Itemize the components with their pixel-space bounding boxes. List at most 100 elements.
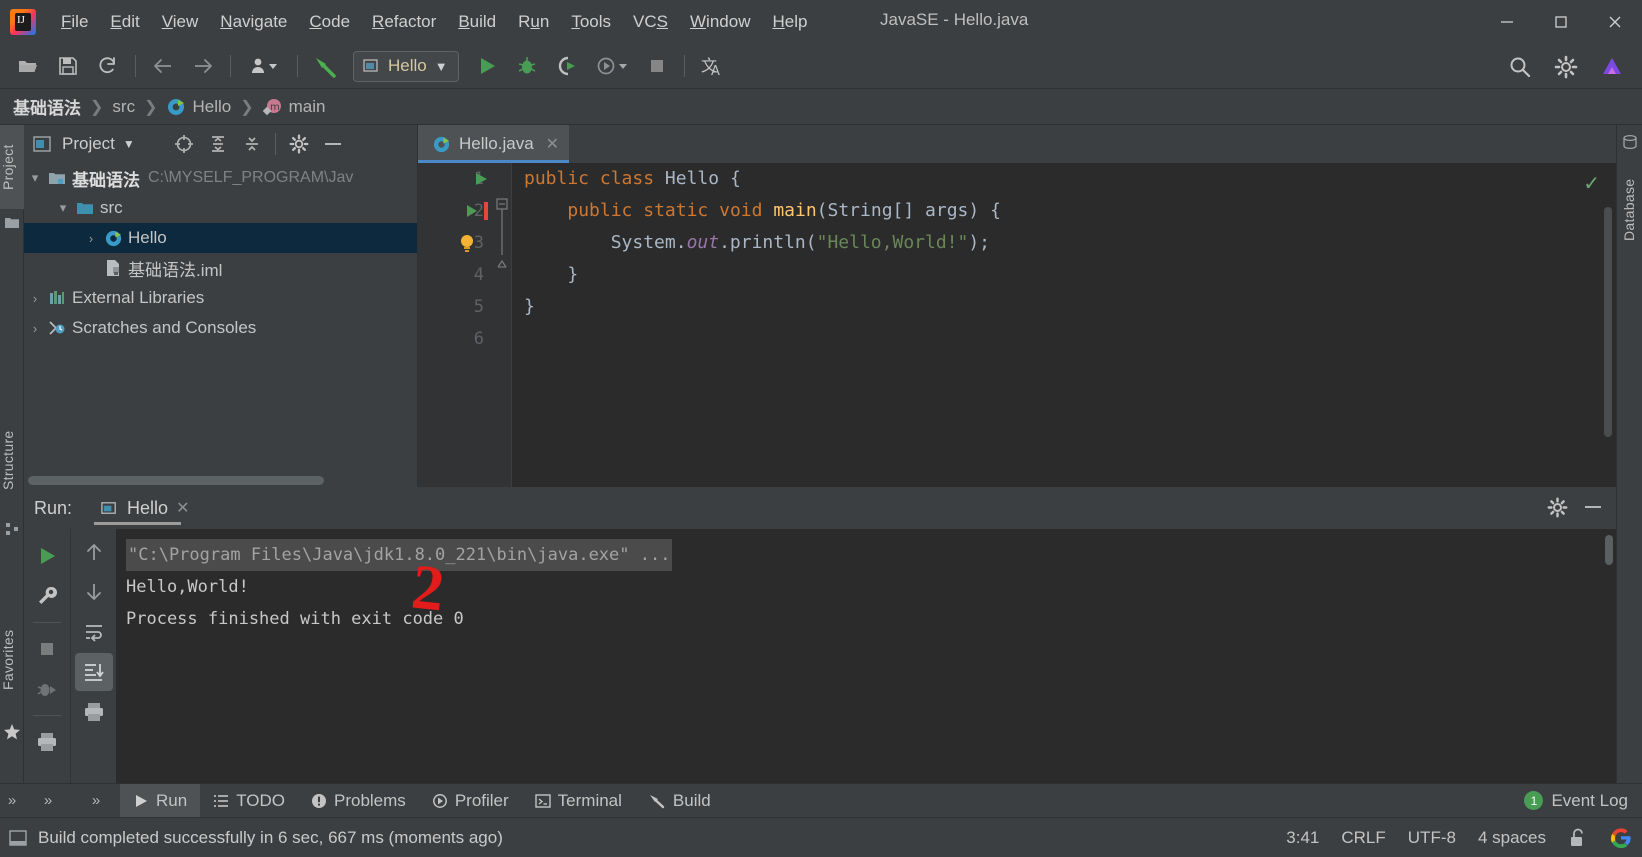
inspection-status-icon[interactable]: ✓: [1583, 171, 1600, 196]
menu-item-refactor[interactable]: Refactor: [361, 8, 447, 36]
menu-item-view[interactable]: View: [151, 8, 210, 36]
run-with-coverage-icon[interactable]: [550, 49, 584, 83]
menu-item-navigate[interactable]: Navigate: [209, 8, 298, 36]
intention-bulb-icon[interactable]: [458, 227, 476, 259]
bottom-tab-terminal[interactable]: Terminal: [522, 784, 635, 818]
translate-icon[interactable]: 文A: [695, 49, 729, 83]
console-output[interactable]: "C:\Program Files\Java\jdk1.8.0_221\bin\…: [116, 529, 1616, 783]
navigate-forward-icon[interactable]: [186, 49, 220, 83]
run-panel-hide-icon[interactable]: [1578, 493, 1608, 521]
tree-node-module[interactable]: ▾ 基础语法 C:\MYSELF_PROGRAM\Jav: [24, 163, 417, 193]
structure-icon[interactable]: [3, 520, 21, 538]
editor-fold-column[interactable]: [492, 163, 512, 487]
menu-item-build[interactable]: Build: [447, 8, 507, 36]
profiler-icon[interactable]: [590, 49, 634, 83]
sidebar-item-favorites[interactable]: Favorites: [0, 605, 24, 715]
sidebar-item-database[interactable]: Database: [1621, 155, 1641, 265]
close-button[interactable]: [1588, 0, 1642, 44]
sidebar-item-structure[interactable]: Structure: [0, 405, 24, 515]
vcs-operations-icon[interactable]: [241, 49, 287, 83]
debug-button-icon[interactable]: [510, 49, 544, 83]
tree-expand-arrow-icon[interactable]: ▾: [24, 170, 46, 186]
run-tab-close-icon[interactable]: ✕: [176, 498, 189, 518]
caret-position[interactable]: 3:41: [1286, 828, 1319, 848]
code-editor[interactable]: 1 2 3 4 5 6: [418, 163, 1616, 487]
event-log-group[interactable]: 1 Event Log: [1524, 791, 1628, 811]
indent-setting[interactable]: 4 spaces: [1478, 828, 1546, 848]
lock-icon[interactable]: [1568, 827, 1588, 849]
project-panel-settings-icon[interactable]: [284, 130, 314, 158]
tree-collapse-arrow-icon-scratches[interactable]: ›: [24, 321, 46, 336]
rerun-icon[interactable]: [28, 537, 66, 575]
account-icon[interactable]: [1595, 50, 1629, 84]
tree-collapse-arrow-icon-libs[interactable]: ›: [24, 291, 46, 306]
editor-gutter[interactable]: 1 2 3 4 5 6: [418, 163, 492, 487]
expand-all-icon[interactable]: [203, 130, 233, 158]
scroll-to-end-icon[interactable]: [74, 653, 113, 691]
print-console-icon-left[interactable]: [28, 723, 66, 761]
bottom-tab-profiler[interactable]: Profiler: [419, 784, 522, 818]
favorites-star-icon[interactable]: [3, 723, 21, 741]
tree-node-scratches[interactable]: › Scratches and Consoles: [24, 313, 417, 343]
tree-node-src[interactable]: ▾ src: [24, 193, 417, 223]
run-sidebar-more-icon[interactable]: »: [24, 783, 72, 818]
bottom-tab-problems[interactable]: Problems: [298, 784, 419, 818]
navigate-back-icon[interactable]: [146, 49, 180, 83]
editor-tab-hello-java[interactable]: Hello.java ✕: [418, 125, 570, 163]
project-panel-horizontal-scrollbar[interactable]: [24, 474, 418, 485]
menu-item-vcs[interactable]: VCS: [622, 8, 679, 36]
rerun-failed-tests-icon[interactable]: [28, 670, 66, 708]
menu-item-tools[interactable]: Tools: [560, 8, 622, 36]
project-files-icon[interactable]: [3, 213, 21, 231]
breadcrumb-item-src[interactable]: src: [109, 95, 138, 119]
minimize-button[interactable]: [1480, 0, 1534, 44]
print-icon[interactable]: [75, 693, 113, 731]
search-everywhere-icon[interactable]: [1503, 50, 1537, 84]
synchronize-icon[interactable]: [91, 49, 125, 83]
menu-item-file[interactable]: File: [50, 8, 99, 36]
breadcrumb-item-method[interactable]: m main: [260, 95, 329, 119]
menu-item-window[interactable]: Window: [679, 8, 761, 36]
database-icon[interactable]: [1621, 133, 1639, 151]
line-separator[interactable]: CRLF: [1341, 828, 1385, 848]
breadcrumb-item-project[interactable]: 基础语法: [10, 92, 84, 121]
stop-icon[interactable]: [640, 49, 674, 83]
run-method-gutter-icon[interactable]: [465, 195, 489, 227]
edit-configuration-wrench-icon[interactable]: [28, 577, 66, 615]
run-configuration-selector[interactable]: Hello ▼: [353, 50, 459, 82]
bottom-tab-build[interactable]: Build: [635, 784, 724, 818]
menu-item-code[interactable]: Code: [298, 8, 361, 36]
select-opened-file-icon[interactable]: [169, 130, 199, 158]
code-text[interactable]: public class Hello { public static void …: [512, 163, 1616, 487]
code-fold-region-icon[interactable]: [495, 171, 509, 291]
editor-vertical-scrollbar[interactable]: [1604, 207, 1612, 437]
scrollbar-thumb[interactable]: [28, 476, 324, 485]
next-occurrence-icon[interactable]: [75, 573, 113, 611]
breadcrumb-item-class[interactable]: Hello: [163, 95, 234, 119]
run-sidebar2-more-icon[interactable]: »: [72, 784, 120, 818]
menu-item-edit[interactable]: Edit: [99, 8, 150, 36]
menu-item-run[interactable]: Run: [507, 8, 560, 36]
settings-gear-icon[interactable]: [1549, 50, 1583, 84]
tree-expand-arrow-icon-src[interactable]: ▾: [52, 200, 74, 216]
soft-wrap-icon[interactable]: [75, 613, 113, 651]
event-log-label[interactable]: Event Log: [1551, 791, 1628, 811]
run-panel-settings-icon[interactable]: [1542, 493, 1572, 521]
editor-tab-close-icon[interactable]: ✕: [546, 134, 559, 154]
run-button-icon[interactable]: [470, 49, 504, 83]
tree-node-hello-class[interactable]: › Hello: [24, 223, 417, 253]
menu-item-help[interactable]: Help: [761, 8, 818, 36]
file-encoding[interactable]: UTF-8: [1408, 828, 1456, 848]
collapse-all-icon[interactable]: [237, 130, 267, 158]
save-all-icon[interactable]: [51, 49, 85, 83]
open-project-icon[interactable]: [11, 49, 45, 83]
sidebar-item-project[interactable]: Project: [0, 125, 24, 209]
project-panel-chevron-down-icon[interactable]: ▼: [123, 137, 135, 151]
build-project-icon[interactable]: [308, 49, 342, 83]
tree-node-iml-file[interactable]: 基础语法.iml: [24, 253, 417, 283]
status-bar-toggle-icon[interactable]: [8, 828, 28, 848]
maximize-button[interactable]: [1534, 0, 1588, 44]
previous-occurrence-icon[interactable]: [75, 533, 113, 571]
bottom-tab-run[interactable]: Run: [120, 783, 201, 818]
left-strip-more-icon[interactable]: »: [0, 784, 24, 818]
